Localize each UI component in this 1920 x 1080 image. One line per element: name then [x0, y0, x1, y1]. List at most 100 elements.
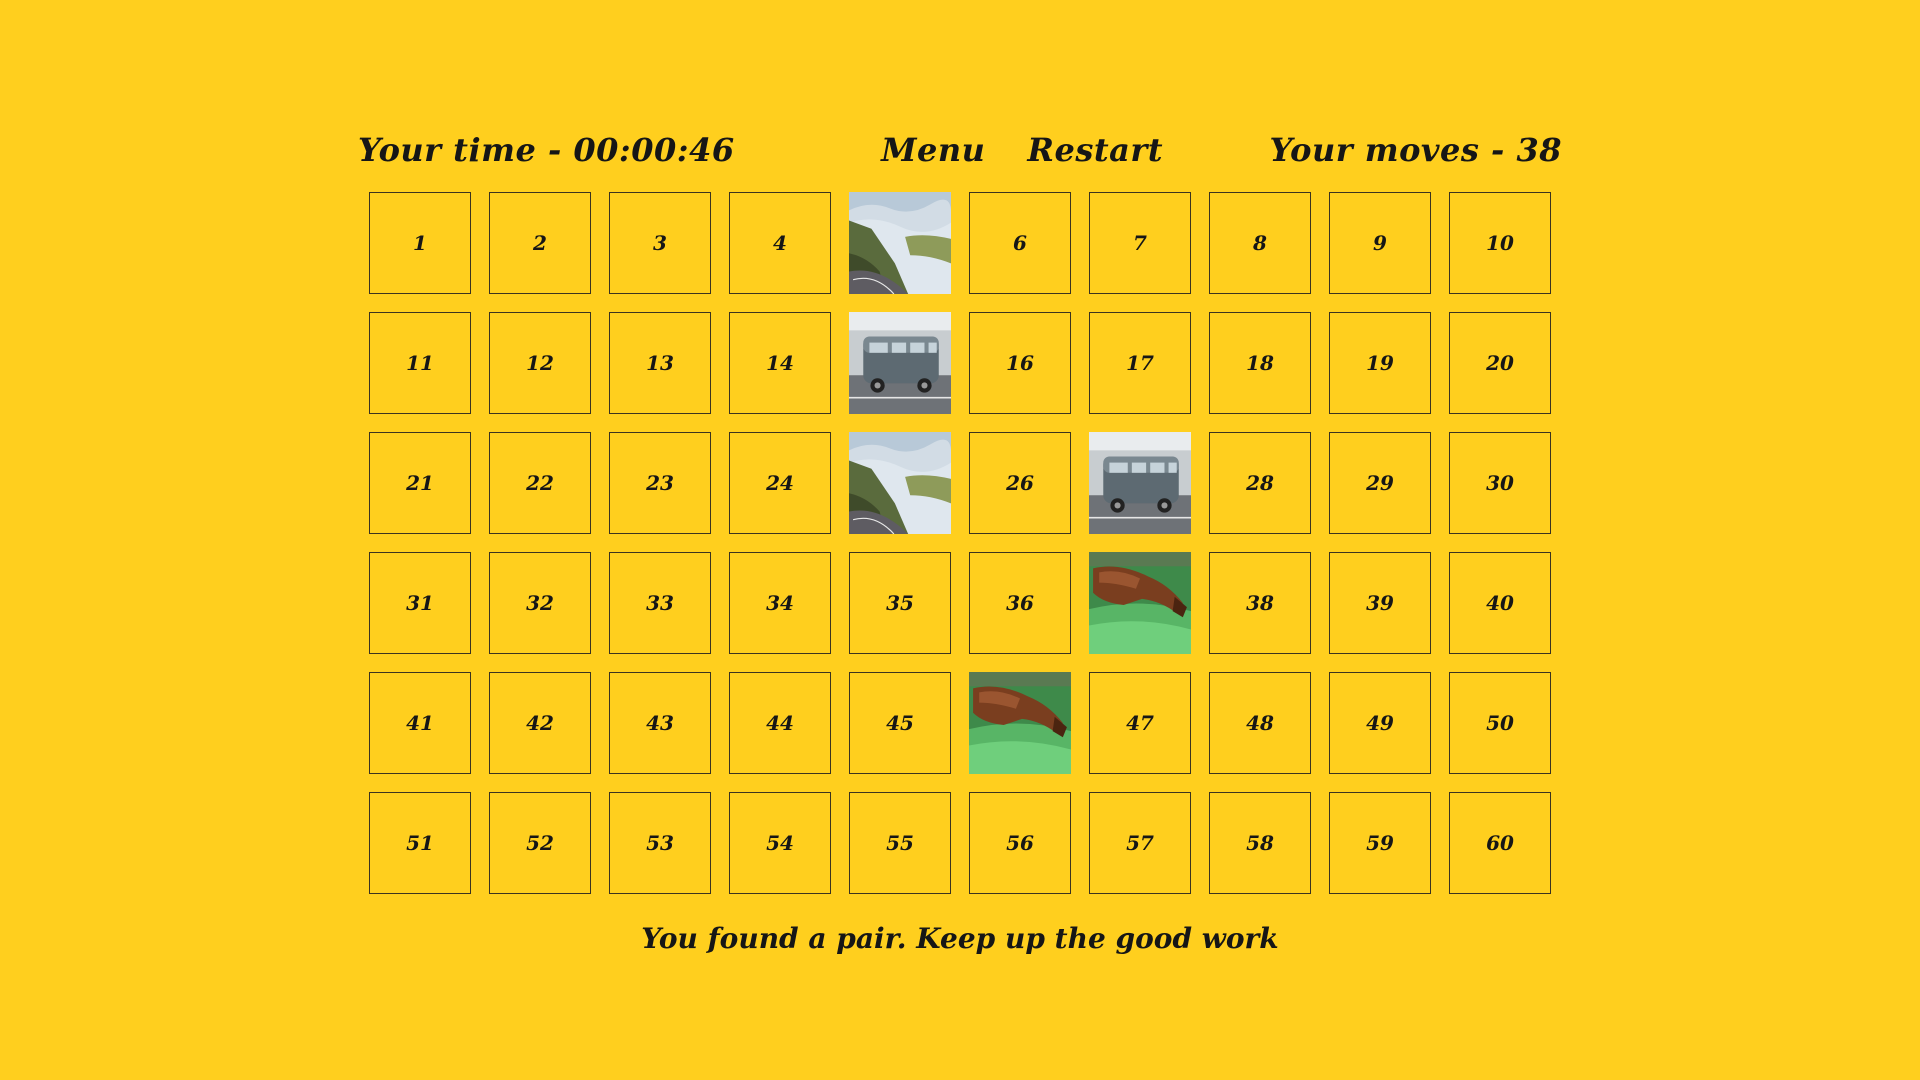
- card-revealed-mountain-road[interactable]: [849, 432, 951, 534]
- card-hidden[interactable]: 44: [729, 672, 831, 774]
- card-number: 51: [406, 831, 434, 855]
- card-hidden[interactable]: 24: [729, 432, 831, 534]
- card-hidden[interactable]: 4: [729, 192, 831, 294]
- card-hidden[interactable]: 58: [1209, 792, 1311, 894]
- card-number: 22: [526, 471, 554, 495]
- card-hidden[interactable]: 40: [1449, 552, 1551, 654]
- card-revealed-mountain-road[interactable]: [849, 192, 951, 294]
- card-hidden[interactable]: 31: [369, 552, 471, 654]
- card-hidden[interactable]: 39: [1329, 552, 1431, 654]
- card-number: 60: [1486, 831, 1514, 855]
- card-hidden[interactable]: 57: [1089, 792, 1191, 894]
- card-number: 17: [1126, 351, 1154, 375]
- card-hidden[interactable]: 13: [609, 312, 711, 414]
- card-number: 28: [1246, 471, 1274, 495]
- card-number: 21: [406, 471, 434, 495]
- card-hidden[interactable]: 48: [1209, 672, 1311, 774]
- card-hidden[interactable]: 34: [729, 552, 831, 654]
- card-hidden[interactable]: 28: [1209, 432, 1311, 534]
- card-number: 11: [406, 351, 434, 375]
- card-hidden[interactable]: 19: [1329, 312, 1431, 414]
- card-hidden[interactable]: 45: [849, 672, 951, 774]
- card-number: 16: [1006, 351, 1034, 375]
- card-number: 12: [526, 351, 554, 375]
- card-hidden[interactable]: 36: [969, 552, 1071, 654]
- card-number: 42: [526, 711, 554, 735]
- card-hidden[interactable]: 12: [489, 312, 591, 414]
- card-hidden[interactable]: 32: [489, 552, 591, 654]
- card-hidden[interactable]: 16: [969, 312, 1071, 414]
- card-number: 14: [766, 351, 794, 375]
- card-hidden[interactable]: 47: [1089, 672, 1191, 774]
- card-hidden[interactable]: 53: [609, 792, 711, 894]
- card-number: 4: [773, 231, 787, 255]
- horse-grazing-image: [1089, 552, 1191, 654]
- card-hidden[interactable]: 9: [1329, 192, 1431, 294]
- card-hidden[interactable]: 6: [969, 192, 1071, 294]
- game-nav: Menu Restart: [881, 131, 1163, 169]
- card-hidden[interactable]: 33: [609, 552, 711, 654]
- card-number: 7: [1133, 231, 1147, 255]
- restart-button[interactable]: Restart: [1027, 131, 1163, 169]
- card-hidden[interactable]: 51: [369, 792, 471, 894]
- card-number: 56: [1006, 831, 1034, 855]
- card-number: 23: [646, 471, 674, 495]
- mountain-road-image: [849, 432, 951, 534]
- card-revealed-vw-van[interactable]: [1089, 432, 1191, 534]
- card-hidden[interactable]: 23: [609, 432, 711, 534]
- card-hidden[interactable]: 29: [1329, 432, 1431, 534]
- card-hidden[interactable]: 50: [1449, 672, 1551, 774]
- card-number: 52: [526, 831, 554, 855]
- card-revealed-vw-van[interactable]: [849, 312, 951, 414]
- card-number: 9: [1373, 231, 1387, 255]
- card-hidden[interactable]: 3: [609, 192, 711, 294]
- menu-button[interactable]: Menu: [881, 131, 985, 169]
- card-number: 26: [1006, 471, 1034, 495]
- card-hidden[interactable]: 41: [369, 672, 471, 774]
- vw-van-image: [1089, 432, 1191, 534]
- card-number: 34: [766, 591, 794, 615]
- card-hidden[interactable]: 38: [1209, 552, 1311, 654]
- card-hidden[interactable]: 17: [1089, 312, 1191, 414]
- card-number: 13: [646, 351, 674, 375]
- card-hidden[interactable]: 26: [969, 432, 1071, 534]
- card-hidden[interactable]: 49: [1329, 672, 1431, 774]
- card-hidden[interactable]: 30: [1449, 432, 1551, 534]
- card-hidden[interactable]: 60: [1449, 792, 1551, 894]
- timer-display: Your time - 00:00:46: [358, 131, 735, 169]
- mountain-road-image: [849, 192, 951, 294]
- card-hidden[interactable]: 59: [1329, 792, 1431, 894]
- card-number: 39: [1366, 591, 1394, 615]
- card-hidden[interactable]: 14: [729, 312, 831, 414]
- card-number: 55: [886, 831, 914, 855]
- card-number: 18: [1246, 351, 1274, 375]
- card-number: 6: [1013, 231, 1027, 255]
- card-hidden[interactable]: 7: [1089, 192, 1191, 294]
- card-revealed-horse-grazing[interactable]: [969, 672, 1071, 774]
- vw-van-image: [849, 312, 951, 414]
- card-number: 45: [886, 711, 914, 735]
- card-hidden[interactable]: 2: [489, 192, 591, 294]
- card-hidden[interactable]: 52: [489, 792, 591, 894]
- card-number: 57: [1126, 831, 1154, 855]
- card-hidden[interactable]: 10: [1449, 192, 1551, 294]
- card-hidden[interactable]: 55: [849, 792, 951, 894]
- card-hidden[interactable]: 43: [609, 672, 711, 774]
- card-hidden[interactable]: 56: [969, 792, 1071, 894]
- card-hidden[interactable]: 54: [729, 792, 831, 894]
- card-hidden[interactable]: 20: [1449, 312, 1551, 414]
- card-hidden[interactable]: 18: [1209, 312, 1311, 414]
- card-revealed-horse-grazing[interactable]: [1089, 552, 1191, 654]
- card-hidden[interactable]: 8: [1209, 192, 1311, 294]
- card-hidden[interactable]: 42: [489, 672, 591, 774]
- card-number: 54: [766, 831, 794, 855]
- card-number: 3: [653, 231, 667, 255]
- status-message: You found a pair. Keep up the good work: [641, 922, 1279, 955]
- card-hidden[interactable]: 1: [369, 192, 471, 294]
- card-hidden[interactable]: 22: [489, 432, 591, 534]
- card-number: 53: [646, 831, 674, 855]
- card-hidden[interactable]: 11: [369, 312, 471, 414]
- moves-counter: Your moves - 38: [1269, 131, 1562, 169]
- card-hidden[interactable]: 21: [369, 432, 471, 534]
- card-hidden[interactable]: 35: [849, 552, 951, 654]
